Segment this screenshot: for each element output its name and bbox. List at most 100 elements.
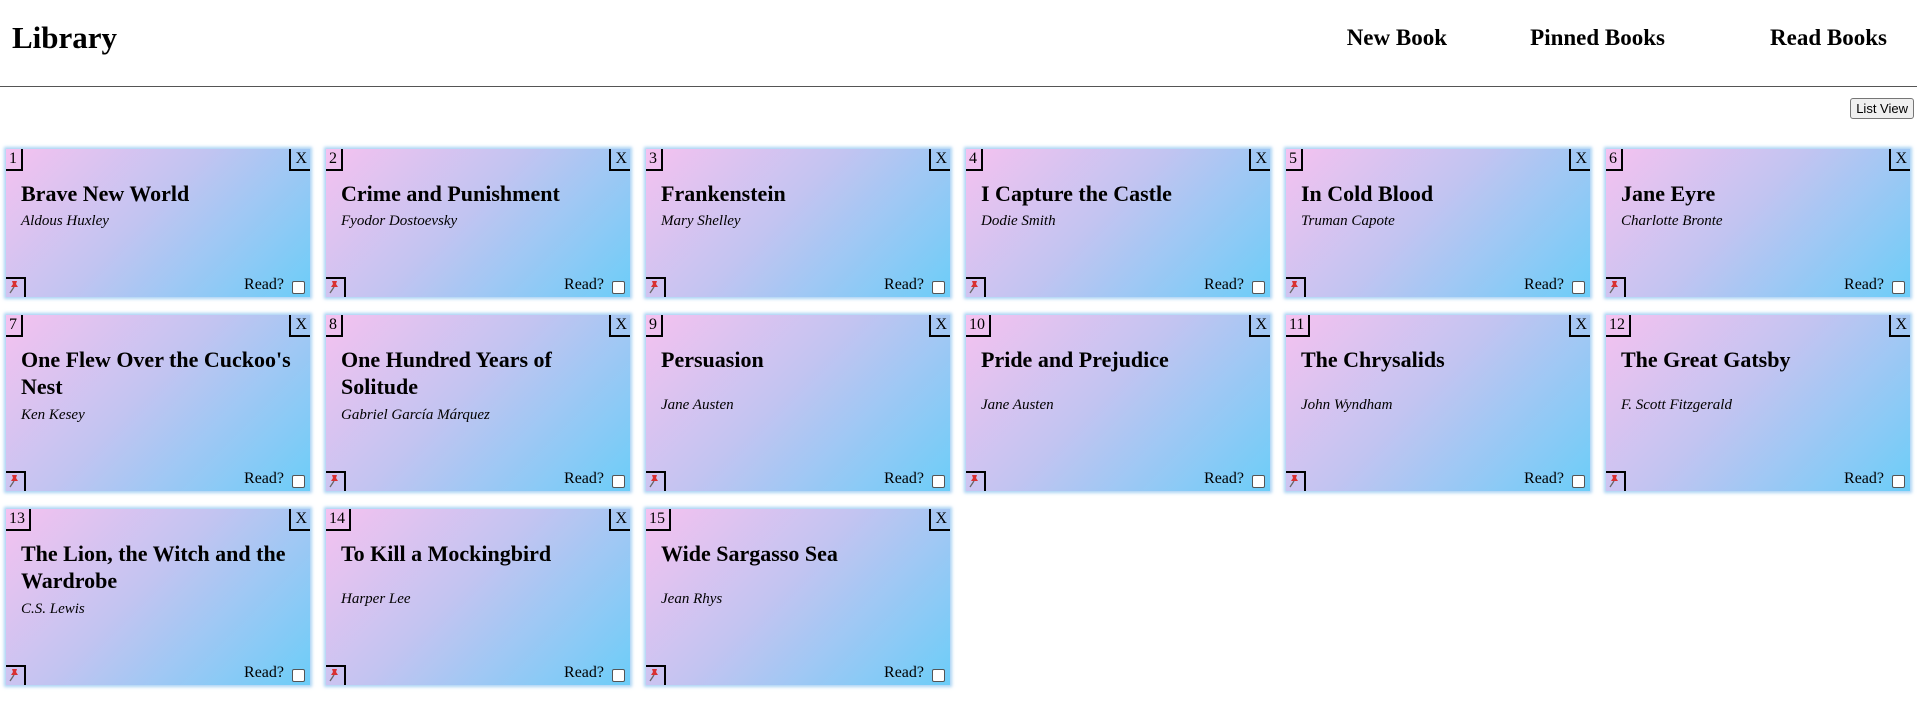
book-author: Aldous Huxley (21, 213, 109, 229)
book-card: 6 X Jane Eyre Charlotte Bronte Read? (1606, 149, 1910, 297)
nav-new-book[interactable]: New Book (1347, 25, 1447, 51)
read-label: Read? (244, 470, 284, 487)
read-checkbox[interactable] (932, 281, 945, 294)
pin-button[interactable] (6, 277, 26, 297)
remove-book-button[interactable]: X (929, 509, 950, 531)
read-checkbox[interactable] (612, 669, 625, 682)
read-label: Read? (564, 664, 604, 681)
pin-button[interactable] (1606, 471, 1626, 491)
read-checkbox[interactable] (292, 475, 305, 488)
read-checkbox[interactable] (292, 669, 305, 682)
read-checkbox[interactable] (932, 475, 945, 488)
remove-book-button[interactable]: X (609, 315, 630, 337)
book-author: Ken Kesey (21, 407, 85, 423)
pushpin-icon (9, 669, 18, 682)
remove-book-button[interactable]: X (289, 509, 310, 531)
read-checkbox[interactable] (932, 669, 945, 682)
pin-button[interactable] (1606, 277, 1626, 297)
book-author: Truman Capote (1301, 213, 1395, 229)
book-number: 3 (646, 149, 663, 171)
book-author: C.S. Lewis (21, 601, 85, 617)
pin-button[interactable] (646, 277, 666, 297)
pushpin-icon (9, 475, 18, 488)
pin-button[interactable] (1286, 277, 1306, 297)
read-checkbox[interactable] (612, 281, 625, 294)
pin-button[interactable] (6, 471, 26, 491)
book-card: 15 X Wide Sargasso Sea Jean Rhys Read? (646, 509, 950, 685)
pushpin-icon (649, 281, 658, 294)
book-number: 2 (326, 149, 343, 171)
nav-read-books[interactable]: Read Books (1770, 25, 1887, 51)
book-number: 8 (326, 315, 343, 337)
read-checkbox[interactable] (292, 281, 305, 294)
remove-book-button[interactable]: X (289, 315, 310, 337)
pin-button[interactable] (966, 277, 986, 297)
read-label: Read? (1524, 276, 1564, 293)
book-title: Frankenstein (661, 181, 786, 206)
remove-book-button[interactable]: X (929, 315, 950, 337)
read-checkbox[interactable] (1252, 475, 1265, 488)
remove-book-button[interactable]: X (1889, 315, 1910, 337)
pushpin-icon (969, 475, 978, 488)
book-title: Brave New World (21, 181, 190, 206)
pin-button[interactable] (1286, 471, 1306, 491)
remove-book-button[interactable]: X (1889, 149, 1910, 171)
book-card: 3 X Frankenstein Mary Shelley Read? (646, 149, 950, 297)
book-title: One Flew Over the Cuckoo's Nest (21, 347, 291, 399)
book-number: 5 (1286, 149, 1303, 171)
book-card: 14 X To Kill a Mockingbird Harper Lee Read? (326, 509, 630, 685)
read-checkbox[interactable] (1572, 281, 1585, 294)
book-author: Fyodor Dostoevsky (341, 213, 458, 229)
book-card: 12 X The Great Gatsby F. Scott Fitzgerald Re… (1606, 315, 1910, 491)
pushpin-icon (1609, 281, 1618, 294)
remove-book-button[interactable]: X (1569, 149, 1590, 171)
book-author: Gabriel García Márquez (341, 407, 490, 423)
read-label: Read? (244, 664, 284, 681)
pin-button[interactable] (646, 471, 666, 491)
remove-book-button[interactable]: X (609, 149, 630, 171)
remove-book-button[interactable]: X (929, 149, 950, 171)
book-grid: 1 X Brave New World Aldous Huxley Read? 2 X Cri… (0, 146, 1917, 706)
read-checkbox[interactable] (1892, 281, 1905, 294)
site-title: Library (12, 20, 118, 55)
remove-book-button[interactable]: X (1249, 315, 1270, 337)
book-author: Charlotte Bronte (1621, 213, 1723, 229)
book-card: 4 X I Capture the Castle Dodie Smith Read? (966, 149, 1270, 297)
book-card: 5 X In Cold Blood Truman Capote Read? (1286, 149, 1590, 297)
remove-book-button[interactable]: X (609, 509, 630, 531)
book-author: Mary Shelley (661, 213, 741, 229)
book-author: F. Scott Fitzgerald (1621, 397, 1732, 413)
pin-button[interactable] (326, 665, 346, 685)
read-checkbox[interactable] (1252, 281, 1265, 294)
pin-button[interactable] (326, 471, 346, 491)
pin-button[interactable] (6, 665, 26, 685)
book-title: Pride and Prejudice (981, 347, 1169, 372)
book-title: Jane Eyre (1621, 181, 1716, 206)
read-label: Read? (884, 664, 924, 681)
book-card: 7 X One Flew Over the Cuckoo's Nest Ken Kes… (6, 315, 310, 491)
book-number: 11 (1286, 315, 1311, 337)
remove-book-button[interactable]: X (1249, 149, 1270, 171)
book-title: Wide Sargasso Sea (661, 541, 838, 566)
book-title: To Kill a Mockingbird (341, 541, 552, 566)
pushpin-icon (9, 281, 18, 294)
book-number: 4 (966, 149, 983, 171)
remove-book-button[interactable]: X (1569, 315, 1590, 337)
pin-button[interactable] (326, 277, 346, 297)
book-title: Crime and Punishment (341, 181, 560, 206)
read-label: Read? (1204, 470, 1244, 487)
nav-pinned-books[interactable]: Pinned Books (1530, 25, 1665, 51)
book-number: 7 (6, 315, 23, 337)
book-title: I Capture the Castle (981, 181, 1172, 206)
read-checkbox[interactable] (612, 475, 625, 488)
read-checkbox[interactable] (1892, 475, 1905, 488)
read-label: Read? (1844, 470, 1884, 487)
book-number: 9 (646, 315, 663, 337)
pin-button[interactable] (966, 471, 986, 491)
pin-button[interactable] (646, 665, 666, 685)
pushpin-icon (649, 669, 658, 682)
remove-book-button[interactable]: X (289, 149, 310, 171)
list-view-button[interactable]: List View (1850, 98, 1914, 119)
book-number: 10 (966, 315, 991, 337)
read-checkbox[interactable] (1572, 475, 1585, 488)
